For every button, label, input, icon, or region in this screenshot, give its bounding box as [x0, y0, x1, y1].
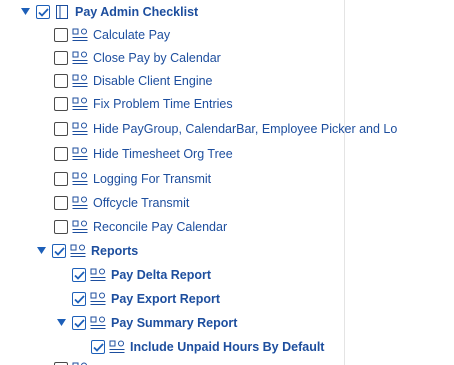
tree-node-label: Close Pay by Calendar: [93, 51, 221, 65]
task-icon: [109, 339, 125, 355]
book-icon: [54, 4, 70, 20]
tree-node-hide-timesheet-org-tree[interactable]: Hide Timesheet Org Tree: [54, 144, 233, 164]
tree-node-label: Pay Summary Report: [111, 316, 238, 330]
tree-node-hide-paygroup[interactable]: Hide PayGroup, CalendarBar, Employee Pic…: [54, 119, 397, 139]
task-icon: [90, 267, 106, 283]
expand-triangle-icon[interactable]: [56, 318, 66, 328]
expand-triangle-icon[interactable]: [20, 7, 30, 17]
task-icon: [90, 315, 106, 331]
tree-node-close-pay-by-calendar[interactable]: Close Pay by Calendar: [54, 48, 221, 68]
task-icon: [72, 121, 88, 137]
tree-node-label: Reconcile Pay Calendar: [93, 220, 228, 234]
tree-node-pay-summary-report[interactable]: Pay Summary Report: [56, 313, 237, 333]
task-icon: [72, 219, 88, 235]
checkbox[interactable]: [72, 268, 86, 282]
tree-node-label: Pay Export Report: [111, 292, 221, 306]
tree-node-label: Include Unpaid Hours By Default: [130, 340, 325, 354]
tree-node-pay-delta-report[interactable]: Pay Delta Report: [72, 265, 211, 285]
tree-node-logging-for-transmit[interactable]: Logging For Transmit: [54, 169, 211, 189]
expand-triangle-icon[interactable]: [36, 246, 46, 256]
tree-node-fix-problem-time-entries[interactable]: Fix Problem Time Entries: [54, 94, 233, 114]
tree-node-label: Reports: [91, 244, 139, 258]
checkbox[interactable]: [72, 316, 86, 330]
tree-node-label: Calculate Pay: [93, 28, 171, 42]
tree-node-label: Offcycle Transmit: [93, 196, 190, 210]
tree-node-label: Hide PayGroup, CalendarBar, Employee Pic…: [93, 122, 398, 136]
task-icon: [72, 195, 88, 211]
checkbox[interactable]: [54, 147, 68, 161]
tree-node-pay-export-report[interactable]: Pay Export Report: [72, 289, 220, 309]
tree-node-label: Logging For Transmit: [93, 172, 212, 186]
checkbox[interactable]: [54, 28, 68, 42]
checkbox[interactable]: [54, 220, 68, 234]
tree-node-pay-admin-checklist[interactable]: Pay Admin Checklist: [20, 2, 198, 22]
checkbox[interactable]: [54, 74, 68, 88]
pay-admin-tree: Pay Admin Checklist Calculate Pay Close …: [0, 0, 454, 365]
tree-node-include-unpaid-hours[interactable]: Include Unpaid Hours By Default: [91, 337, 324, 357]
checkbox[interactable]: [54, 172, 68, 186]
task-icon: [72, 96, 88, 112]
tree-node-reports[interactable]: Reports: [36, 241, 138, 261]
checkbox[interactable]: [54, 97, 68, 111]
task-icon: [72, 50, 88, 66]
tree-node-partial[interactable]: [54, 359, 93, 365]
checkbox-pay-admin-checklist[interactable]: [36, 5, 50, 19]
tree-node-reconcile-pay-calendar[interactable]: Reconcile Pay Calendar: [54, 217, 227, 237]
scroll-divider: [344, 0, 345, 365]
tree-node-label: Disable Client Engine: [93, 74, 213, 88]
tree-node-label: Pay Delta Report: [111, 268, 212, 282]
task-icon: [90, 291, 106, 307]
task-icon: [72, 146, 88, 162]
checkbox[interactable]: [54, 51, 68, 65]
checkbox[interactable]: [54, 196, 68, 210]
tree-node-label: Pay Admin Checklist: [75, 5, 199, 19]
checkbox[interactable]: [91, 340, 105, 354]
tree-node-disable-client-engine[interactable]: Disable Client Engine: [54, 71, 213, 91]
tree-node-calculate-pay[interactable]: Calculate Pay: [54, 25, 170, 45]
task-icon: [70, 243, 86, 259]
tree-node-label: Hide Timesheet Org Tree: [93, 147, 233, 161]
task-icon: [72, 73, 88, 89]
tree-node-label: Fix Problem Time Entries: [93, 97, 233, 111]
checkbox[interactable]: [54, 122, 68, 136]
checkbox-reports[interactable]: [52, 244, 66, 258]
tree-node-offcycle-transmit[interactable]: Offcycle Transmit: [54, 193, 189, 213]
task-icon: [72, 171, 88, 187]
checkbox[interactable]: [72, 292, 86, 306]
task-icon: [72, 361, 88, 365]
task-icon: [72, 27, 88, 43]
